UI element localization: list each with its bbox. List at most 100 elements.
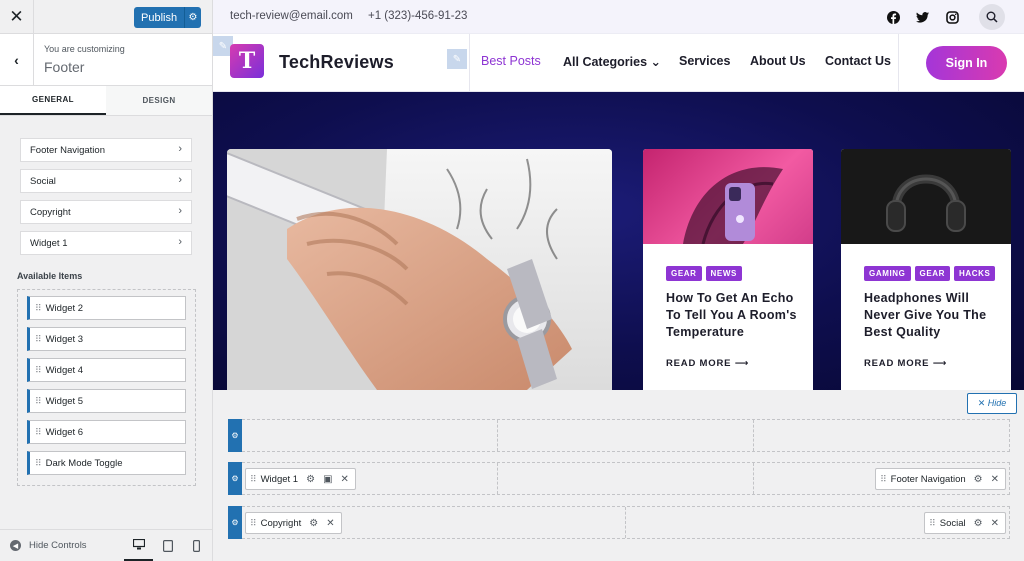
social-chip[interactable]: ⠿ Social ⚙ ✕ [924, 512, 1006, 534]
featured-post-image[interactable] [227, 149, 612, 390]
close-customizer-button[interactable]: ✕ [0, 0, 34, 34]
back-icon[interactable]: ‹ [0, 34, 34, 86]
footer-column[interactable] [498, 463, 754, 494]
nav-item-label: Copyright [30, 206, 71, 218]
contact-email[interactable]: tech-review@email.com [230, 10, 353, 22]
tab-design[interactable]: DESIGN [106, 86, 212, 115]
row-settings-icon[interactable]: ⚙ [228, 506, 242, 539]
tablet-preview-icon[interactable] [153, 530, 182, 561]
widget-settings-icon[interactable]: ▣ [323, 474, 332, 485]
read-more-link[interactable]: READ MORE ⟶ [841, 341, 1011, 369]
drag-handle-icon[interactable]: ⠿ [35, 365, 42, 376]
footer-row-main: ⚙ ⠿ Widget 1 ⚙ ▣ ✕ ⠿ Footer Navigation ⚙… [228, 462, 1010, 495]
footer-navigation-chip[interactable]: ⠿ Footer Navigation ⚙ ✕ [875, 468, 1006, 490]
post-card-tags: GAMING GEAR HACKS [841, 244, 1011, 281]
drag-handle-icon[interactable]: ⠿ [929, 518, 936, 529]
customizer-section-header: ‹ You are customizing Footer [0, 34, 212, 86]
facebook-icon[interactable] [885, 9, 901, 25]
footer-column[interactable] [754, 420, 1009, 451]
drag-handle-icon[interactable]: ⠿ [35, 458, 42, 469]
drag-handle-icon[interactable]: ⠿ [35, 427, 42, 438]
gear-icon[interactable]: ⚙ [309, 518, 318, 529]
drag-handle-icon[interactable]: ⠿ [250, 474, 257, 485]
customizer-topbar: ✕ Publish ⚙ [0, 0, 212, 34]
footer-column[interactable]: ⠿ Widget 1 ⚙ ▣ ✕ [242, 463, 498, 494]
footer-column[interactable]: ⠿ Footer Navigation ⚙ ✕ [754, 463, 1009, 494]
available-item-dark-mode-toggle[interactable]: ⠿ Dark Mode Toggle [27, 451, 186, 475]
footer-column[interactable]: ⠿ Copyright ⚙ ✕ [242, 507, 626, 538]
tag-badge[interactable]: NEWS [705, 266, 742, 281]
gear-icon[interactable]: ⚙ [974, 474, 983, 485]
drag-handle-icon[interactable]: ⠿ [35, 334, 42, 345]
available-item-widget-4[interactable]: ⠿ Widget 4 [27, 358, 186, 382]
site-topbar: tech-review@email.com +1 (323)-456-91-23 [213, 0, 1024, 34]
post-card[interactable]: GEAR NEWS How To Get An Echo To Tell You… [643, 149, 813, 390]
tag-badge[interactable]: HACKS [954, 266, 996, 281]
tag-badge[interactable]: GEAR [666, 266, 702, 281]
available-item-widget-3[interactable]: ⠿ Widget 3 [27, 327, 186, 351]
menu-services[interactable]: Services [679, 54, 730, 68]
available-item-widget-2[interactable]: ⠿ Widget 2 [27, 296, 186, 320]
footer-column[interactable] [242, 420, 498, 451]
twitter-icon[interactable] [914, 9, 930, 25]
drag-handle-icon[interactable]: ⠿ [35, 396, 42, 407]
available-item-widget-5[interactable]: ⠿ Widget 5 [27, 389, 186, 413]
menu-contact-us[interactable]: Contact Us [825, 54, 891, 68]
search-icon[interactable] [979, 4, 1005, 30]
instagram-icon[interactable] [944, 9, 960, 25]
tag-badge[interactable]: GAMING [864, 266, 911, 281]
close-icon[interactable]: ✕ [991, 518, 999, 529]
widget-1-chip[interactable]: ⠿ Widget 1 ⚙ ▣ ✕ [245, 468, 356, 490]
available-items-title: Available Items [17, 271, 83, 281]
row-settings-icon[interactable]: ⚙ [228, 462, 242, 495]
chip-label: Widget 1 [260, 473, 299, 485]
gear-icon[interactable]: ⚙ [974, 518, 983, 529]
publish-button[interactable]: Publish ⚙ [134, 7, 201, 28]
site-title[interactable]: TechReviews [279, 52, 394, 73]
drag-handle-icon[interactable]: ⠿ [880, 474, 887, 485]
gear-icon[interactable]: ⚙ [306, 474, 315, 485]
contact-phone[interactable]: +1 (323)-456-91-23 [368, 10, 467, 22]
tag-badge[interactable]: GEAR [914, 266, 951, 281]
footer-column[interactable] [498, 420, 754, 451]
chip-label: Copyright [260, 517, 302, 529]
hide-controls-button[interactable]: ◀ Hide Controls [0, 540, 124, 551]
nav-item-social[interactable]: Social › [20, 169, 192, 193]
nav-item-widget-1[interactable]: Widget 1 › [20, 231, 192, 255]
publish-label: Publish [141, 11, 178, 24]
sign-in-button[interactable]: Sign In [926, 46, 1007, 80]
hide-builder-button[interactable]: ✕ Hide [967, 393, 1017, 414]
nav-item-copyright[interactable]: Copyright › [20, 200, 192, 224]
post-card-title[interactable]: How To Get An Echo To Tell You A Room's … [643, 281, 813, 341]
close-icon[interactable]: ✕ [991, 474, 999, 485]
menu-about-us[interactable]: About Us [750, 54, 806, 68]
footer-column[interactable]: ⠿ Social ⚙ ✕ [626, 507, 1009, 538]
desktop-preview-icon[interactable] [124, 530, 153, 561]
close-icon[interactable]: ✕ [341, 474, 349, 485]
menu-all-categories[interactable]: All Categories ⌄ [563, 54, 661, 69]
gear-icon[interactable]: ⚙ [184, 7, 201, 28]
site-logo[interactable]: T [230, 44, 264, 78]
row-settings-icon[interactable]: ⚙ [228, 419, 242, 452]
copyright-chip[interactable]: ⠿ Copyright ⚙ ✕ [245, 512, 342, 534]
available-item-label: Widget 2 [45, 302, 84, 314]
available-item-label: Widget 4 [45, 364, 84, 376]
available-item-widget-6[interactable]: ⠿ Widget 6 [27, 420, 186, 444]
drag-handle-icon[interactable]: ⠿ [35, 303, 42, 314]
nav-item-label: Widget 1 [30, 237, 68, 249]
close-icon[interactable]: ✕ [326, 518, 334, 529]
drag-handle-icon[interactable]: ⠿ [250, 518, 257, 529]
footer-row-columns [242, 419, 1010, 452]
post-card-image[interactable] [841, 149, 1011, 244]
menu-best-posts[interactable]: Best Posts [481, 54, 541, 68]
post-card-title[interactable]: Headphones Will Never Give You The Best … [841, 281, 1011, 341]
tab-general[interactable]: GENERAL [0, 86, 106, 115]
read-more-link[interactable]: READ MORE ⟶ [643, 341, 813, 369]
post-card-image[interactable] [643, 149, 813, 245]
mobile-preview-icon[interactable] [182, 530, 211, 561]
available-item-label: Widget 3 [45, 333, 84, 345]
nav-item-footer-navigation[interactable]: Footer Navigation › [20, 138, 192, 162]
collapse-icon: ◀ [10, 540, 21, 551]
post-card[interactable]: GAMING GEAR HACKS Headphones Will Never … [841, 149, 1011, 390]
edit-pencil-icon[interactable]: ✎ [447, 49, 467, 69]
